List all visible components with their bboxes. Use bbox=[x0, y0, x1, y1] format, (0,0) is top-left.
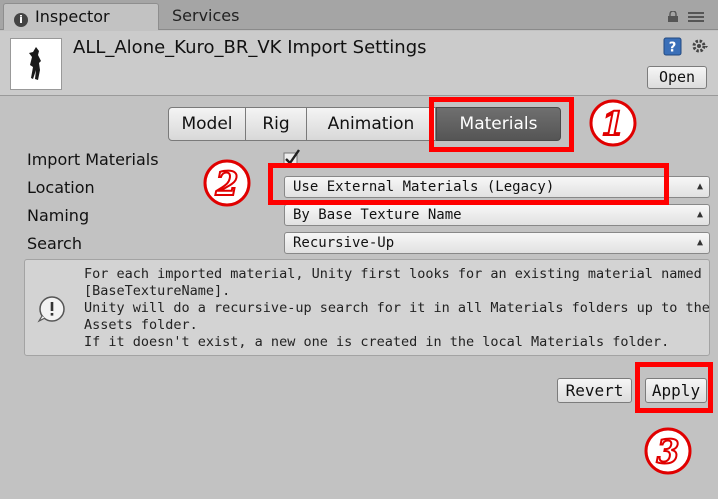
naming-dropdown[interactable]: By Base Texture Name ▲︎ bbox=[284, 204, 710, 226]
svg-text:2: 2 bbox=[215, 164, 239, 203]
dropdown-arrow-icon: ▲︎ bbox=[696, 209, 703, 220]
gear-icon[interactable] bbox=[691, 37, 710, 56]
help-text-line: [BaseTextureName]. bbox=[84, 283, 231, 299]
info-icon: i bbox=[14, 13, 28, 27]
annotation-step-2: 2 bbox=[203, 159, 251, 207]
help-icon[interactable]: ? bbox=[663, 37, 682, 56]
annotation-step-1: 1 bbox=[589, 99, 637, 147]
window-tab-bar: i Inspector Services bbox=[0, 0, 718, 30]
help-text-line: For each imported material, Unity first … bbox=[84, 266, 702, 282]
warning-icon bbox=[37, 296, 65, 323]
search-value: Recursive-Up bbox=[293, 235, 395, 251]
help-text-line: Assets folder. bbox=[84, 317, 198, 333]
tab-inspector[interactable]: i Inspector bbox=[3, 3, 159, 30]
menu-icon[interactable] bbox=[688, 12, 704, 22]
search-dropdown[interactable]: Recursive-Up ▲︎ bbox=[284, 232, 710, 254]
annotation-step-3: 3 bbox=[644, 427, 692, 475]
annotation-box-materials bbox=[429, 97, 574, 152]
annotation-box-location bbox=[268, 163, 669, 205]
tab-services[interactable]: Services bbox=[160, 3, 300, 30]
help-text-line: Unity will do a recursive-up search for … bbox=[84, 300, 710, 316]
naming-value: By Base Texture Name bbox=[293, 207, 462, 223]
asset-header: ALL_Alone_Kuro_BR_VK Import Settings ? O… bbox=[0, 31, 718, 96]
dropdown-arrow-icon: ▲︎ bbox=[696, 237, 703, 248]
search-label: Search bbox=[27, 234, 82, 253]
tab-rig[interactable]: Rig bbox=[245, 107, 307, 141]
location-label: Location bbox=[27, 178, 95, 197]
tab-model[interactable]: Model bbox=[168, 107, 246, 141]
svg-text:?: ? bbox=[669, 41, 677, 56]
info-helpbox: For each imported material, Unity first … bbox=[24, 259, 710, 356]
help-text-line: If it doesn't exist, a new one is create… bbox=[84, 334, 670, 350]
lock-icon[interactable] bbox=[667, 11, 679, 22]
naming-label: Naming bbox=[27, 206, 90, 225]
svg-text:1: 1 bbox=[602, 104, 625, 143]
annotation-box-apply bbox=[635, 362, 713, 413]
revert-button[interactable]: Revert bbox=[557, 378, 632, 403]
svg-text:3: 3 bbox=[657, 432, 680, 471]
dropdown-arrow-icon: ▲︎ bbox=[696, 181, 703, 192]
tab-services-label: Services bbox=[172, 6, 240, 25]
tab-inspector-label: Inspector bbox=[35, 7, 110, 26]
asset-thumbnail bbox=[10, 38, 62, 90]
tab-animation[interactable]: Animation bbox=[306, 107, 436, 141]
page-title: ALL_Alone_Kuro_BR_VK Import Settings bbox=[73, 37, 427, 58]
open-button[interactable]: Open bbox=[647, 66, 707, 89]
import-materials-label: Import Materials bbox=[27, 150, 159, 169]
